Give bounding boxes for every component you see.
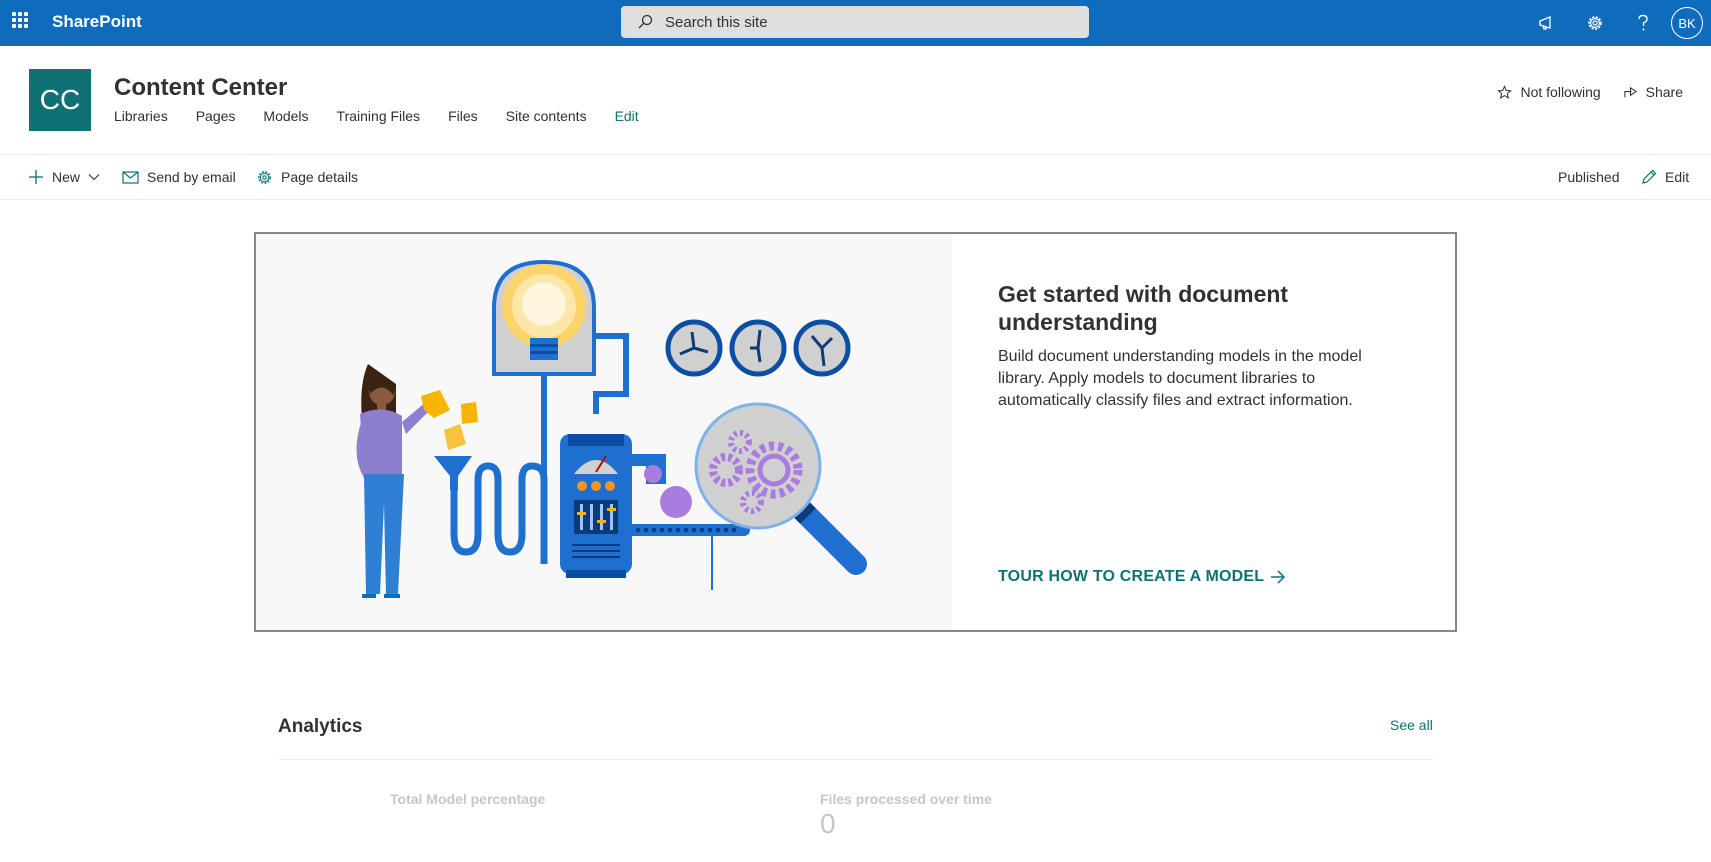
hero-illustration xyxy=(256,234,952,630)
star-icon xyxy=(1497,84,1513,99)
waffle-icon[interactable] xyxy=(12,12,28,28)
follow-label: Not following xyxy=(1520,84,1601,100)
edit-page-button[interactable]: Edit xyxy=(1641,155,1689,199)
send-by-email-button[interactable]: Send by email xyxy=(122,155,236,199)
site-actions: Not following Share xyxy=(1475,84,1683,100)
gear-icon[interactable] xyxy=(1571,0,1619,46)
magnifier-gears xyxy=(694,402,867,575)
nav-pages[interactable]: Pages xyxy=(196,108,236,124)
hero-card: Get started with document understanding … xyxy=(254,232,1457,632)
megaphone-icon[interactable] xyxy=(1523,0,1571,46)
site-logo[interactable]: CC xyxy=(29,69,91,131)
page-details-button[interactable]: Page details xyxy=(256,155,358,199)
files-processed-label: Files processed over time xyxy=(820,791,992,807)
tour-link[interactable]: TOUR HOW TO CREATE A MODEL xyxy=(998,568,1286,586)
chevron-down-icon xyxy=(88,174,100,181)
share-icon xyxy=(1624,86,1637,97)
send-by-email-label: Send by email xyxy=(147,169,236,185)
pencil-icon xyxy=(1642,169,1657,184)
suite-icons: BK xyxy=(1523,0,1711,46)
new-label: New xyxy=(52,169,81,185)
edit-page-label: Edit xyxy=(1665,169,1690,185)
nav-edit-link[interactable]: Edit xyxy=(615,108,639,124)
user-avatar[interactable]: BK xyxy=(1671,7,1703,39)
site-title[interactable]: Content Center xyxy=(114,74,287,102)
nav-models[interactable]: Models xyxy=(263,108,308,124)
paper-icons xyxy=(421,390,478,450)
search-placeholder: Search this site xyxy=(665,13,768,31)
search-box[interactable]: Search this site xyxy=(621,6,1089,38)
total-model-percentage-label: Total Model percentage xyxy=(390,791,546,807)
arrow-right-icon xyxy=(1271,570,1286,584)
see-all-link[interactable]: See all xyxy=(1390,717,1433,733)
hero-title: Get started with document understanding xyxy=(998,281,1289,335)
hero-description: Build document understanding models in t… xyxy=(998,348,1362,409)
suite-bar: SharePoint Search this site BK xyxy=(0,0,1711,46)
analytics-title: Analytics xyxy=(278,716,363,737)
command-bar: New Send by email Page details Published… xyxy=(0,155,1711,200)
publish-status: Published xyxy=(1558,169,1620,185)
follow-button[interactable]: Not following xyxy=(1497,84,1601,100)
app-brand[interactable]: SharePoint xyxy=(52,12,142,32)
analytics-divider xyxy=(278,759,1433,760)
new-button[interactable]: New xyxy=(28,155,100,199)
nav-files[interactable]: Files xyxy=(448,108,478,124)
site-header: CC Content Center Libraries Pages Models… xyxy=(0,46,1711,155)
clock-icons xyxy=(665,319,851,377)
nav-training-files[interactable]: Training Files xyxy=(337,108,421,124)
gear-icon xyxy=(258,170,271,184)
help-icon[interactable] xyxy=(1619,0,1667,46)
search-icon xyxy=(638,14,653,29)
funnel-tube xyxy=(434,456,548,564)
share-button[interactable]: Share xyxy=(1623,84,1683,100)
tour-link-label: TOUR HOW TO CREATE A MODEL xyxy=(998,568,1265,585)
site-nav: Libraries Pages Models Training Files Fi… xyxy=(114,108,667,124)
plus-icon xyxy=(29,170,43,184)
nav-site-contents[interactable]: Site contents xyxy=(506,108,587,124)
files-processed-value: 0 xyxy=(820,808,836,839)
share-label: Share xyxy=(1645,84,1683,100)
nav-libraries[interactable]: Libraries xyxy=(114,108,168,124)
woman-figure xyxy=(356,364,432,598)
page-details-label: Page details xyxy=(281,169,359,185)
mail-icon xyxy=(122,170,139,184)
